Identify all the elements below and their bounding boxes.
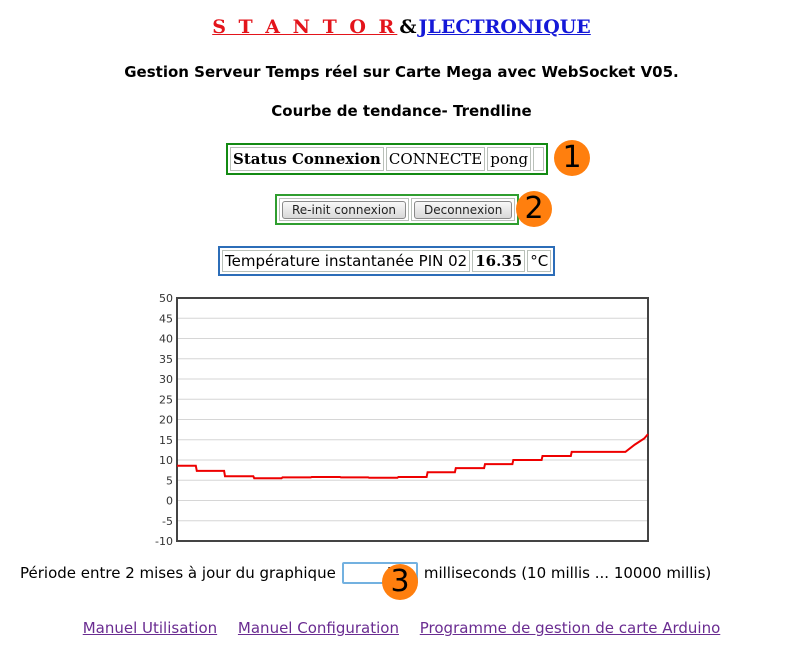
- temperature-value: 16.35: [472, 250, 526, 272]
- disconnect-cell: Deconnexion: [411, 198, 516, 221]
- y-tick-label: 10: [159, 454, 173, 467]
- period-label: Période entre 2 mises à jour du graphiqu…: [20, 564, 336, 582]
- site-title: S T A N T O R & JLECTRONIQUE: [0, 16, 803, 38]
- trendline-chart: 50454035302520151050-5-10: [155, 292, 649, 548]
- y-tick-label: 5: [166, 474, 173, 487]
- brand-link-stantor[interactable]: S T A N T O R: [212, 16, 397, 38]
- disconnect-button[interactable]: Deconnexion: [414, 201, 513, 219]
- y-tick-label: 45: [159, 312, 173, 325]
- status-label: Status Connexion: [230, 147, 384, 171]
- annotation-badge-3: 3: [382, 564, 418, 600]
- period-row: Période entre 2 mises à jour du graphiqu…: [20, 562, 711, 584]
- status-table: Status Connexion CONNECTE pong: [226, 143, 548, 175]
- reinit-connection-button[interactable]: Re-init connexion: [282, 201, 407, 219]
- temperature-series-line: [177, 433, 649, 480]
- y-tick-label: 25: [159, 393, 173, 406]
- y-tick-label: 15: [159, 434, 173, 447]
- temperature-table: Température instantanée PIN 02 16.35 °C: [218, 246, 556, 276]
- page-subtitle: Gestion Serveur Temps réel sur Carte Meg…: [124, 63, 679, 81]
- y-tick-label: 35: [159, 353, 173, 366]
- status-ping: pong: [487, 147, 532, 171]
- brand-link-jlectronique[interactable]: JLECTRONIQUE: [419, 16, 591, 38]
- title-ampersand: &: [399, 16, 417, 38]
- temperature-unit: °C: [527, 250, 552, 272]
- arduino-program-link[interactable]: Programme de gestion de carte Arduino: [420, 619, 721, 637]
- footer-links: Manuel Utilisation Manuel Configuration …: [0, 619, 803, 637]
- temperature-label: Température instantanée PIN 02: [222, 250, 471, 272]
- connection-buttons: Re-init connexion Deconnexion: [275, 194, 520, 225]
- status-state: CONNECTE: [385, 147, 486, 171]
- y-tick-label: 20: [159, 414, 173, 427]
- y-tick-label: 0: [166, 495, 173, 508]
- chart-heading: Courbe de tendance- Trendline: [271, 102, 532, 120]
- y-tick-label: 30: [159, 373, 173, 386]
- manual-usage-link[interactable]: Manuel Utilisation: [83, 619, 217, 637]
- period-suffix: milliseconds (10 millis ... 10000 millis…: [423, 564, 712, 582]
- annotation-badge-1: 1: [554, 140, 590, 176]
- manual-config-link[interactable]: Manuel Configuration: [238, 619, 399, 637]
- y-tick-label: 50: [159, 292, 173, 305]
- y-tick-label: -5: [162, 515, 173, 528]
- y-tick-label: 40: [159, 333, 173, 346]
- annotation-badge-2: 2: [516, 191, 552, 227]
- status-empty-cell: [533, 147, 544, 171]
- y-tick-label: -10: [155, 535, 173, 548]
- reinit-cell: Re-init connexion: [279, 198, 410, 221]
